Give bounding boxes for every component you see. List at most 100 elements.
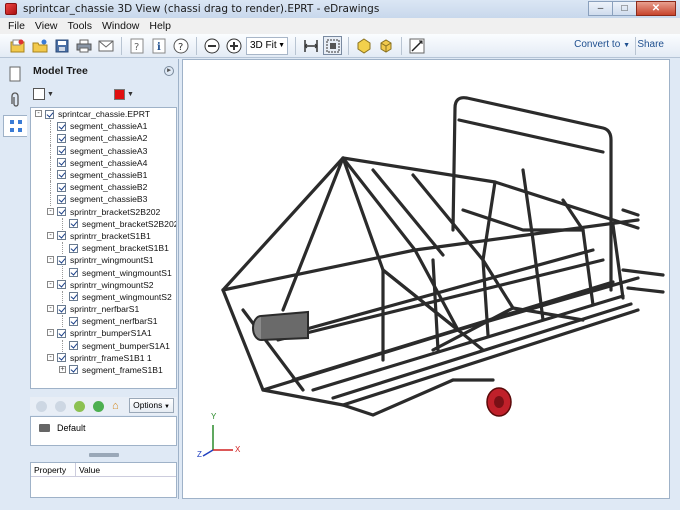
help-icon[interactable]: ? (171, 36, 190, 55)
collapse-node-icon[interactable]: - (47, 353, 54, 361)
color-swatch[interactable] (113, 88, 125, 100)
visibility-checkbox[interactable] (57, 121, 66, 131)
tree-item[interactable]: segment_bracketS1B1 (31, 242, 176, 255)
collapse-node-icon[interactable]: - (47, 256, 54, 264)
open-folder-icon[interactable] (30, 36, 49, 55)
tree-item[interactable]: - sprintrr_wingmountS2 (31, 279, 176, 291)
filter-icon[interactable] (33, 88, 45, 100)
convert-to-menu[interactable]: Convert to ▼ (574, 39, 630, 50)
tree-item[interactable]: - sprintrr_bumperS1A1 (31, 327, 176, 339)
tree-item[interactable]: - sprintrr_wingmountS1 (31, 254, 176, 266)
zoom-fit-select[interactable]: 3D Fit ▼ (246, 36, 288, 55)
tree-item[interactable]: - sprintcar_chassie.EPRT (31, 108, 176, 120)
tree-item[interactable]: segment_chassieA3 (31, 144, 176, 157)
visibility-checkbox[interactable] (69, 365, 78, 375)
visibility-checkbox[interactable] (45, 109, 54, 119)
menu-help[interactable]: Help (144, 20, 176, 32)
tree-guide-line (62, 266, 63, 279)
chevron-down-icon[interactable]: ▼ (127, 91, 134, 98)
3d-viewport[interactable]: Y X Z (182, 59, 670, 499)
zoom-in-icon[interactable] (224, 36, 243, 55)
collapse-node-icon[interactable]: - (35, 110, 42, 117)
panel-splitter[interactable] (89, 453, 119, 457)
print-icon[interactable] (74, 36, 93, 55)
zoom-area-icon[interactable] (323, 36, 342, 55)
tree-item[interactable]: segment_chassieA2 (31, 132, 176, 145)
menu-file[interactable]: File (3, 20, 30, 32)
collapse-node-icon[interactable]: - (47, 207, 54, 215)
share-button[interactable]: Share (637, 39, 664, 50)
visibility-checkbox[interactable] (69, 267, 78, 277)
tree-item[interactable]: segment_chassieA1 (31, 120, 176, 133)
back-arrow-icon[interactable] (36, 400, 47, 412)
visibility-checkbox[interactable] (69, 219, 78, 229)
visibility-checkbox[interactable] (57, 133, 66, 143)
open-file-icon[interactable] (8, 36, 27, 55)
forward-arrow-icon[interactable] (55, 400, 66, 412)
visibility-checkbox[interactable] (69, 316, 78, 326)
visibility-checkbox[interactable] (57, 353, 66, 363)
email-icon[interactable] (96, 36, 115, 55)
tree-filter-bar: ▼ ▼ (29, 83, 178, 105)
zoom-to-fit-icon[interactable] (301, 36, 320, 55)
visibility-checkbox[interactable] (57, 158, 66, 168)
menu-tools[interactable]: Tools (63, 20, 98, 32)
options-button[interactable]: Options ▼ (129, 398, 174, 413)
collapse-node-icon[interactable]: - (47, 305, 54, 312)
collapse-node-icon[interactable]: - (47, 231, 54, 239)
visibility-checkbox[interactable] (69, 243, 78, 253)
home-icon[interactable]: ⌂ (112, 400, 119, 412)
tab-markup[interactable] (3, 89, 27, 111)
zoom-out-icon[interactable] (202, 36, 221, 55)
configuration-default[interactable]: Default (39, 423, 86, 433)
tree-item[interactable]: segment_chassieB3 (31, 193, 176, 206)
visibility-checkbox[interactable] (57, 170, 66, 180)
minimize-button[interactable]: – (588, 1, 613, 16)
visibility-checkbox[interactable] (57, 207, 66, 216)
maximize-button[interactable]: □ (612, 1, 637, 16)
tree-item[interactable]: segment_bumperS1A1 (31, 339, 176, 352)
visibility-checkbox[interactable] (57, 280, 66, 290)
collapse-panel-icon[interactable]: ▸ (164, 66, 174, 76)
tree-item[interactable]: + segment_frameS1B1 (31, 364, 176, 376)
tree-item[interactable]: - sprintrr_nerfbarS1 (31, 303, 176, 315)
menu-window[interactable]: Window (97, 20, 144, 32)
tree-item-label: segment_chassieA4 (70, 157, 148, 168)
tree-item[interactable]: - sprintrr_bracketS1B1 (31, 230, 176, 242)
visibility-checkbox[interactable] (69, 292, 78, 302)
rotate-shape-icon[interactable] (354, 36, 373, 55)
chevron-down-icon[interactable]: ▼ (47, 91, 54, 98)
tree-item[interactable]: segment_nerfbarS1 (31, 315, 176, 328)
visibility-checkbox[interactable] (57, 328, 66, 338)
measure-icon[interactable] (407, 36, 426, 55)
help-question-icon[interactable]: ? (127, 36, 146, 55)
play-icon[interactable] (93, 400, 104, 412)
step-icon[interactable] (74, 400, 85, 412)
tree-item[interactable]: segment_wingmountS1 (31, 266, 176, 279)
visibility-checkbox[interactable] (57, 255, 66, 265)
expand-node-icon[interactable]: + (59, 365, 66, 373)
collapse-node-icon[interactable]: - (47, 329, 54, 337)
tree-item[interactable]: segment_chassieA4 (31, 156, 176, 169)
tab-model-tree[interactable] (3, 115, 27, 137)
info-icon[interactable]: i (149, 36, 168, 55)
tree-item[interactable]: segment_bracketS2B202 (31, 217, 176, 230)
visibility-checkbox[interactable] (57, 182, 66, 192)
shaded-view-icon[interactable] (376, 36, 395, 55)
menu-view[interactable]: View (30, 20, 63, 32)
visibility-checkbox[interactable] (69, 341, 78, 351)
tree-item[interactable]: - sprintrr_frameS1B1 1 (31, 352, 176, 364)
visibility-checkbox[interactable] (57, 231, 66, 241)
visibility-checkbox[interactable] (57, 304, 66, 314)
tree-item[interactable]: segment_wingmountS2 (31, 290, 176, 303)
tree-item[interactable]: segment_chassieB2 (31, 181, 176, 194)
visibility-checkbox[interactable] (57, 194, 66, 204)
tree-item[interactable]: - sprintrr_bracketS2B202 (31, 206, 176, 218)
tab-sheets[interactable] (3, 63, 27, 85)
collapse-node-icon[interactable]: - (47, 280, 54, 288)
save-icon[interactable] (52, 36, 71, 55)
close-button[interactable]: ✕ (636, 1, 676, 16)
tree-item[interactable]: segment_chassieB1 (31, 168, 176, 182)
visibility-checkbox[interactable] (57, 146, 66, 156)
paperclip-icon (11, 92, 19, 107)
